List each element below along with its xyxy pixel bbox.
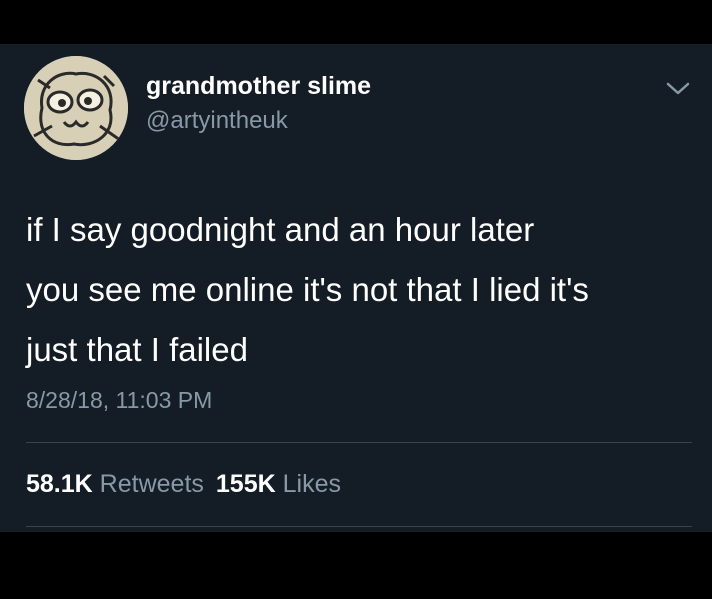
likes-count: 155K bbox=[215, 470, 276, 498]
tweet-text-line: if I say goodnight and an hour later bbox=[26, 211, 535, 248]
avatar[interactable] bbox=[24, 56, 128, 160]
divider bbox=[26, 442, 692, 443]
user-handle[interactable]: @artyintheuk bbox=[146, 107, 288, 135]
chevron-down-icon[interactable] bbox=[664, 78, 692, 100]
likes-stat[interactable]: 155K Likes bbox=[216, 470, 341, 498]
divider bbox=[26, 526, 692, 527]
tweet-timestamp[interactable]: 8/28/18, 11:03 PM bbox=[26, 387, 212, 414]
retweets-count: 58.1K bbox=[26, 470, 93, 498]
display-name[interactable]: grandmother slime bbox=[146, 72, 371, 101]
tweet-text-line: just that I failed bbox=[26, 331, 248, 368]
likes-label: Likes bbox=[282, 470, 341, 498]
tweet-card: grandmother slime @artyintheuk if I say … bbox=[0, 44, 712, 532]
tweet-text: if I say goodnight and an hour later you… bbox=[26, 200, 696, 380]
tweet-text-line: you see me online it's not that I lied i… bbox=[26, 271, 589, 308]
retweets-stat[interactable]: 58.1K Retweets bbox=[26, 470, 204, 498]
engagement-stats: 58.1K Retweets 155K Likes bbox=[26, 470, 341, 499]
doodle-face-icon bbox=[24, 56, 128, 160]
retweets-label: Retweets bbox=[99, 470, 204, 498]
